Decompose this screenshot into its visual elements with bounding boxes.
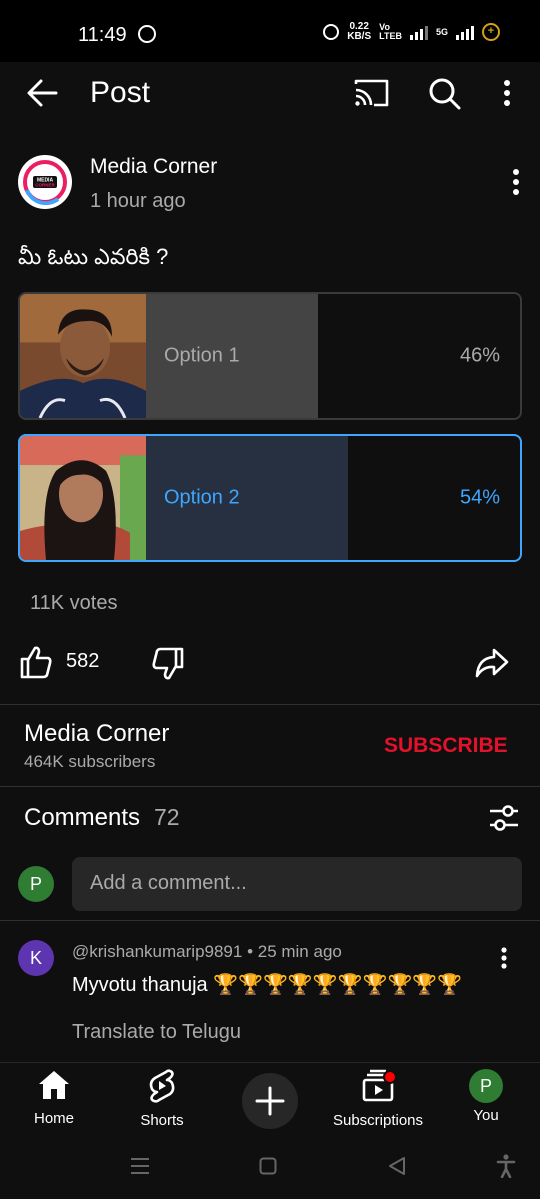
poll-option-2[interactable]: Option 2 54% xyxy=(18,434,522,562)
accessibility-icon[interactable] xyxy=(496,1154,516,1178)
poll-option-2-percent: 54% xyxy=(459,486,500,509)
option-1-photo xyxy=(20,294,146,418)
network-type: 5G xyxy=(435,27,448,37)
divider xyxy=(0,786,540,787)
svg-text:CORNER: CORNER xyxy=(35,183,55,188)
you-avatar: P xyxy=(469,1069,503,1103)
option-2-photo xyxy=(20,436,146,560)
home-icon xyxy=(39,1071,69,1099)
notification-dot xyxy=(383,1070,397,1084)
more-vertical-icon[interactable] xyxy=(500,79,514,107)
poll-option-1-percent: 46% xyxy=(459,344,500,367)
nav-shorts[interactable]: Shorts xyxy=(102,1069,222,1129)
post-more-icon[interactable] xyxy=(509,168,523,196)
poll-option-2-label: Option 2 xyxy=(164,486,240,509)
comment-more-icon[interactable] xyxy=(498,946,510,970)
nav-subscriptions[interactable]: Subscriptions xyxy=(318,1069,438,1129)
shorts-icon xyxy=(149,1069,175,1103)
like-count: 582 xyxy=(66,650,100,672)
system-nav-bar xyxy=(0,1142,540,1199)
cast-icon[interactable] xyxy=(354,78,390,108)
status-time: 11:49 xyxy=(78,24,127,46)
nav-you-label: You xyxy=(473,1107,499,1124)
whatsapp-icon xyxy=(138,25,156,43)
divider xyxy=(0,704,540,705)
add-comment-input[interactable]: Add a comment... xyxy=(72,857,522,911)
home-system-icon[interactable] xyxy=(259,1157,277,1175)
poll-option-1[interactable]: Option 1 46% xyxy=(18,292,522,420)
subscribe-button[interactable]: SUBSCRIBE xyxy=(384,734,508,758)
dislike-icon[interactable] xyxy=(152,647,184,681)
alarm-icon xyxy=(323,24,340,40)
search-icon[interactable] xyxy=(428,77,462,111)
channel-avatar[interactable]: MEDIA CORNER xyxy=(18,155,72,209)
signal-2-icon xyxy=(456,24,474,40)
nav-you[interactable]: P You xyxy=(426,1069,540,1124)
poll-question: మీ ఓటు ఎవరికి ? xyxy=(18,244,169,269)
nav-home[interactable]: Home xyxy=(0,1069,114,1127)
status-icons: 0.22 KB/S Vo LTEB 5G + xyxy=(323,22,500,42)
recent-apps-icon[interactable] xyxy=(130,1157,150,1175)
share-icon[interactable] xyxy=(474,647,510,679)
nav-subscriptions-label: Subscriptions xyxy=(332,1112,424,1129)
like-icon[interactable] xyxy=(20,645,52,679)
status-bar: 11:49 0.22 KB/S Vo LTEB 5G + xyxy=(0,0,540,62)
nav-shorts-label: Shorts xyxy=(140,1112,184,1129)
speed-unit: KB/S xyxy=(347,31,372,42)
post-channel-name[interactable]: Media Corner xyxy=(90,155,217,179)
commenter-avatar[interactable]: K xyxy=(18,940,54,976)
network-speed: 0.22 KB/S xyxy=(347,22,371,42)
page-title: Post xyxy=(90,76,151,109)
user-avatar[interactable]: P xyxy=(18,866,54,902)
comment-meta: @krishankumarip9891 • 25 min ago xyxy=(72,942,342,961)
battery-saver-icon: + xyxy=(482,23,500,41)
divider xyxy=(0,920,540,921)
poll-votes: 11K votes xyxy=(30,592,118,614)
bottom-nav: Home Shorts Subscriptions P You xyxy=(0,1062,540,1143)
plus-icon xyxy=(255,1086,285,1116)
create-button[interactable] xyxy=(242,1073,298,1129)
subscriptions-icon xyxy=(362,1069,397,1102)
channel-name[interactable]: Media Corner xyxy=(24,720,169,748)
sort-filter-icon[interactable] xyxy=(488,803,520,833)
translate-link[interactable]: Translate to Telugu xyxy=(72,1021,241,1044)
poll-option-1-label: Option 1 xyxy=(164,344,240,367)
comments-count: 72 xyxy=(154,804,180,830)
comment-text: Myvotu thanuja 🏆🏆🏆🏆🏆🏆🏆🏆🏆🏆 xyxy=(72,974,463,996)
volte-indicator: Vo LTEB xyxy=(379,23,402,41)
nav-home-label: Home xyxy=(33,1110,74,1127)
lte-label: LTEB xyxy=(379,31,402,41)
signal-icon xyxy=(409,24,428,40)
post-time: 1 hour ago xyxy=(90,190,186,212)
media-corner-logo: MEDIA CORNER xyxy=(23,160,67,206)
back-system-icon[interactable] xyxy=(388,1156,406,1176)
back-arrow-icon[interactable] xyxy=(26,78,58,108)
subscriber-count: 464K subscribers xyxy=(24,752,156,771)
comments-heading[interactable]: Comments xyxy=(24,804,140,832)
